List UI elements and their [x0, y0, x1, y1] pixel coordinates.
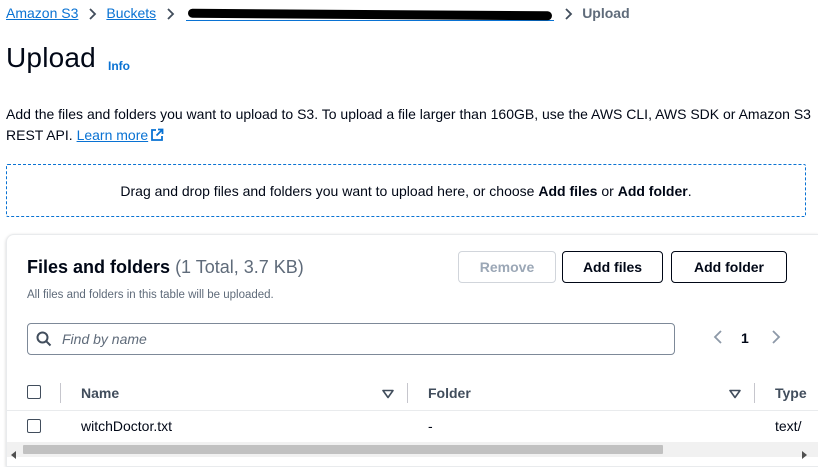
- scroll-left-icon[interactable]: [11, 446, 17, 464]
- row-checkbox[interactable]: [27, 419, 41, 433]
- breadcrumb-buckets[interactable]: Buckets: [106, 5, 156, 21]
- drop-zone-suffix: .: [687, 182, 692, 199]
- search-box: [27, 323, 675, 355]
- sort-down-icon[interactable]: [382, 386, 394, 404]
- chevron-left-icon[interactable]: [712, 329, 724, 350]
- table-header: Name Folder Type: [7, 375, 818, 411]
- page-title: Upload: [6, 42, 96, 73]
- drop-zone-text: Drag and drop files and folders you want…: [120, 183, 691, 199]
- files-and-folders-panel: Files and folders (1 Total, 3.7 KB) All …: [6, 234, 818, 467]
- column-header-type[interactable]: Type: [775, 385, 807, 401]
- drop-zone-or: or: [597, 182, 618, 199]
- link-underline: [186, 20, 555, 21]
- learn-more-link[interactable]: Learn more: [77, 127, 165, 143]
- sort-down-icon[interactable]: [729, 386, 741, 404]
- pagination-page-1[interactable]: 1: [741, 330, 749, 346]
- cell-type: text/: [775, 418, 802, 434]
- scroll-right-icon[interactable]: [801, 446, 807, 464]
- learn-more-label: Learn more: [76, 127, 149, 143]
- panel-count: (1 Total, 3.7 KB): [175, 257, 304, 277]
- column-resizer[interactable]: [407, 383, 408, 403]
- chevron-right-icon: [78, 5, 106, 21]
- cell-name: witchDoctor.txt: [81, 418, 173, 434]
- chevron-right-icon[interactable]: [770, 329, 782, 350]
- search-icon: [36, 331, 52, 352]
- breadcrumb-bucket-name-redacted[interactable]: [184, 4, 555, 22]
- search-input[interactable]: [60, 328, 660, 350]
- column-header-name[interactable]: Name: [81, 385, 119, 401]
- scrollbar-thumb[interactable]: [23, 445, 663, 454]
- cell-folder: -: [428, 418, 433, 434]
- column-divider: [60, 383, 61, 403]
- drop-zone[interactable]: Drag and drop files and folders you want…: [6, 164, 806, 217]
- breadcrumb-current: Upload: [582, 5, 630, 21]
- panel-subtitle: All files and folders in this table will…: [27, 289, 274, 301]
- breadcrumb: Amazon S3 Buckets Upload: [6, 4, 630, 22]
- redaction-mark: [188, 8, 553, 21]
- info-link[interactable]: Info: [108, 59, 130, 73]
- page-description: Add the files and folders you want to up…: [6, 104, 814, 148]
- breadcrumb-amazon-s3[interactable]: Amazon S3: [6, 5, 78, 21]
- table-row[interactable]: witchDoctor.txt - text/: [7, 412, 818, 442]
- drop-zone-add-folder: Add folder: [617, 182, 688, 199]
- horizontal-scrollbar[interactable]: [7, 442, 818, 459]
- drop-zone-add-files: Add files: [538, 182, 598, 199]
- add-files-button[interactable]: Add files: [562, 251, 663, 283]
- chevron-right-icon: [156, 5, 184, 21]
- external-link-icon: [150, 127, 164, 148]
- chevron-right-icon: [554, 5, 582, 21]
- column-header-folder[interactable]: Folder: [428, 385, 471, 401]
- remove-button[interactable]: Remove: [458, 251, 556, 283]
- column-resizer[interactable]: [754, 383, 755, 403]
- add-folder-button[interactable]: Add folder: [671, 251, 787, 283]
- drop-zone-prefix: Drag and drop files and folders you want…: [120, 182, 539, 199]
- panel-title-text: Files and folders: [27, 257, 171, 277]
- select-all-checkbox[interactable]: [27, 385, 41, 399]
- panel-title: Files and folders (1 Total, 3.7 KB): [27, 257, 304, 278]
